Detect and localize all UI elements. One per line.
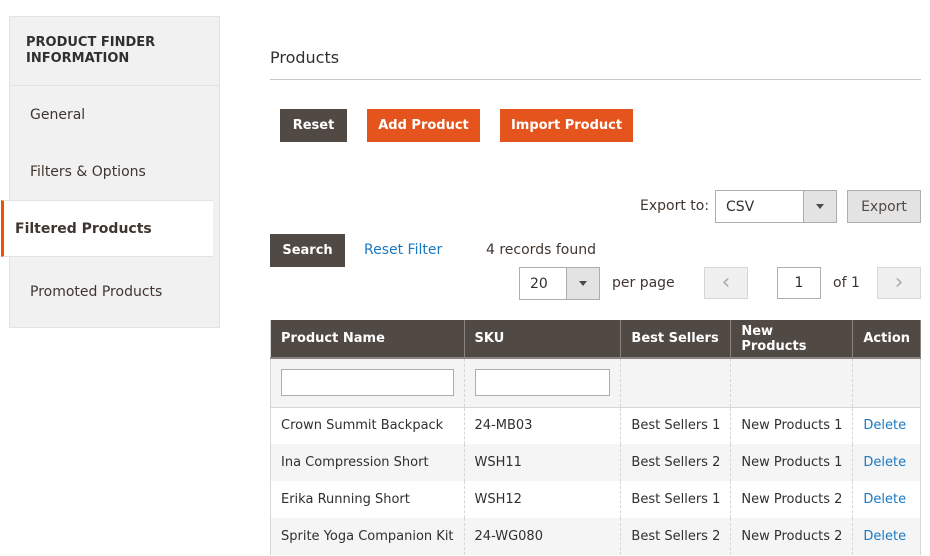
table-row[interactable]: Crown Summit Backpack 24-MB03 Best Selle… xyxy=(271,407,921,444)
reset-filter-link[interactable]: Reset Filter xyxy=(364,242,442,258)
filter-cell xyxy=(463,358,621,408)
sku-cell: 24-MB03 xyxy=(463,407,621,444)
filter-cell xyxy=(730,358,853,408)
sidebar-title: PRODUCT FINDER INFORMATION xyxy=(10,17,219,86)
action-cell: Delete xyxy=(852,444,921,481)
best-sellers-cell: Best Sellers 2 xyxy=(620,518,731,555)
column-header-product-name[interactable]: Product Name xyxy=(270,320,465,359)
product-name-cell: Sprite Yoga Companion Kit xyxy=(270,518,465,555)
sku-cell: WSH11 xyxy=(463,444,621,481)
sidebar-item-label: Filters & Options xyxy=(30,163,146,180)
sku-cell: WSH12 xyxy=(463,481,621,518)
sidebar-item-general[interactable]: General xyxy=(10,86,219,143)
chevron-left-icon: ‹ xyxy=(721,270,731,295)
records-found-count: 4 records found xyxy=(486,242,596,258)
product-name-cell: Erika Running Short xyxy=(281,492,410,507)
filter-cell xyxy=(620,358,731,408)
section-title: Products xyxy=(270,48,340,67)
previous-page-button[interactable]: ‹ xyxy=(704,267,748,299)
total-pages-label: of 1 xyxy=(833,275,860,291)
column-header-best-sellers[interactable]: Best Sellers xyxy=(620,320,732,359)
column-header-new-products[interactable]: New Products xyxy=(730,320,854,359)
column-header-action: Action xyxy=(852,320,921,359)
sidebar-item-filters-options[interactable]: Filters & Options xyxy=(10,143,219,200)
next-page-button[interactable]: › xyxy=(877,267,921,299)
per-page-value: 20 xyxy=(530,275,548,292)
export-button[interactable]: Export xyxy=(847,190,921,223)
table-row[interactable]: Sprite Yoga Companion Kit 24-WG080 Best … xyxy=(270,518,921,555)
filter-cell xyxy=(852,358,921,408)
new-products-cell: New Products 1 xyxy=(730,444,853,481)
delete-link[interactable]: Delete xyxy=(863,492,906,507)
search-button[interactable]: Search xyxy=(270,234,345,267)
sidebar-item-label: General xyxy=(30,106,86,123)
sidebar-item-promoted-products[interactable]: Promoted Products xyxy=(10,257,219,327)
sidebar-tabs: PRODUCT FINDER INFORMATION General Filte… xyxy=(1,16,220,328)
action-cell: Delete xyxy=(852,481,921,518)
action-cell: Delete xyxy=(852,518,921,555)
products-grid: Product Name SKU Best Sellers New Produc… xyxy=(270,320,921,555)
current-page-input[interactable]: 1 xyxy=(777,267,821,299)
delete-link[interactable]: Delete xyxy=(863,529,906,544)
per-page-label: per page xyxy=(612,275,675,291)
best-sellers-cell: Best Sellers 1 xyxy=(620,407,731,444)
export-label: Export to: xyxy=(640,198,710,214)
sidebar-item-label: Filtered Products xyxy=(15,220,152,237)
best-sellers-cell: Best Sellers 2 xyxy=(620,444,731,481)
filter-cell xyxy=(270,358,465,408)
product-name-cell: Crown Summit Backpack xyxy=(281,418,444,434)
column-header-sku[interactable]: SKU xyxy=(463,320,622,359)
grid-header-row: Product Name SKU Best Sellers New Produc… xyxy=(270,320,921,359)
delete-link[interactable]: Delete xyxy=(863,455,906,470)
add-product-button[interactable]: Add Product xyxy=(367,109,480,142)
sidebar-item-filtered-products[interactable]: Filtered Products xyxy=(1,200,213,257)
per-page-select[interactable]: 20 xyxy=(519,267,600,300)
best-sellers-cell: Best Sellers 1 xyxy=(620,481,731,518)
new-products-cell: New Products 1 xyxy=(730,407,853,444)
export-format-value: CSV xyxy=(726,198,755,215)
new-products-cell: New Products 2 xyxy=(730,481,853,518)
chevron-right-icon: › xyxy=(894,270,904,295)
action-cell: Delete xyxy=(852,407,921,444)
section-divider xyxy=(270,79,921,80)
chevron-down-icon[interactable] xyxy=(803,191,836,222)
table-row[interactable]: Ina Compression Short WSH11 Best Sellers… xyxy=(270,444,921,481)
export-format-select[interactable]: CSV xyxy=(715,190,837,223)
table-row[interactable]: Erika Running Short WSH12 Best Sellers 1… xyxy=(271,481,921,518)
product-name-cell: Ina Compression Short xyxy=(270,444,465,481)
import-product-button[interactable]: Import Product xyxy=(500,109,633,142)
sku-filter-input[interactable] xyxy=(474,369,611,397)
product-name-filter-input[interactable] xyxy=(281,369,454,397)
delete-link[interactable]: Delete xyxy=(863,418,906,433)
sku-cell: 24-WG080 xyxy=(463,518,621,555)
chevron-down-icon[interactable] xyxy=(566,268,599,299)
reset-button[interactable]: Reset xyxy=(280,109,347,142)
new-products-cell: New Products 2 xyxy=(730,518,853,555)
sidebar-item-label: Promoted Products xyxy=(30,284,163,300)
grid-filter-row xyxy=(270,358,921,408)
